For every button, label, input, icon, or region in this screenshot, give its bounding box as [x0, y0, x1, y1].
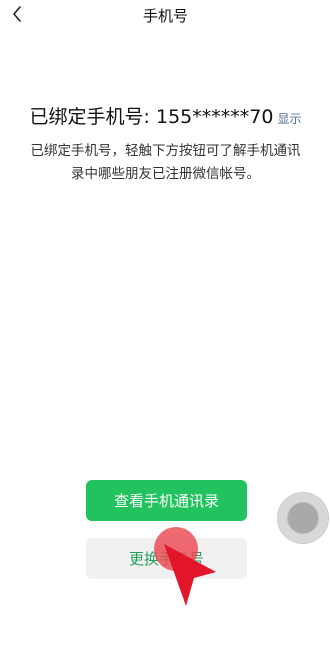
bound-phone-text: 已绑定手机号: 155******70 — [29, 106, 274, 128]
page-title: 手机号 — [142, 7, 188, 25]
assistive-touch-button[interactable] — [277, 492, 329, 544]
assistive-touch-icon — [287, 502, 319, 534]
description-text: 已绑定手机号，轻触下方按钮可了解手机通讯录中哪些朋友已注册微信帐号。 — [30, 143, 301, 182]
show-number-link[interactable]: 显示 — [277, 112, 301, 126]
view-contacts-button[interactable]: 查看手机通讯录 — [86, 480, 247, 521]
change-number-button[interactable]: 更换手机号 — [86, 538, 247, 579]
bound-phone-line: 已绑定手机号: 155******70 显示 — [0, 102, 331, 129]
navigation-bar: 手机号 — [0, 0, 331, 30]
